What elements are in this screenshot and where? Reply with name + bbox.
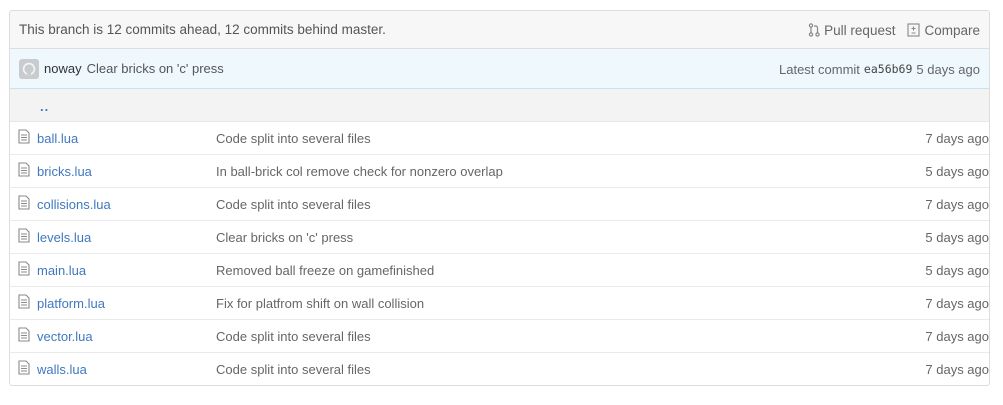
file-icon-cell	[10, 122, 37, 155]
file-name-cell: collisions.lua	[37, 187, 216, 221]
commit-age: 5 days ago	[916, 61, 980, 77]
file-name-link[interactable]: levels.lua	[37, 230, 91, 245]
branch-status-text: This branch is 12 commits ahead, 12 comm…	[19, 22, 386, 37]
file-commit-message[interactable]: In ball-brick col remove check for nonze…	[216, 154, 849, 188]
file-browser: This branch is 12 commits ahead, 12 comm…	[9, 10, 990, 386]
file-commit-message[interactable]: Removed ball freeze on gamefinished	[216, 253, 849, 287]
file-row[interactable]: bricks.lua In ball-brick col remove check…	[10, 154, 989, 188]
file-name-link[interactable]: platform.lua	[37, 296, 105, 311]
file-name-cell: main.lua	[37, 253, 216, 287]
file-icon-cell	[10, 286, 37, 320]
file-name-link[interactable]: vector.lua	[37, 329, 93, 344]
file-text-icon	[17, 327, 30, 345]
compare-button[interactable]: Compare	[907, 23, 980, 38]
octocat-icon	[22, 62, 36, 75]
file-commit-message[interactable]: Fix for platfrom shift on wall collision	[216, 286, 849, 320]
file-commit-message[interactable]: Code split into several files	[216, 352, 849, 385]
file-commit-message[interactable]: Code split into several files	[216, 319, 849, 353]
file-age: 7 days ago	[925, 130, 989, 146]
pull-request-icon	[808, 23, 820, 37]
file-icon-cell	[10, 187, 37, 221]
file-age: 7 days ago	[848, 352, 989, 385]
branch-status-bar: This branch is 12 commits ahead, 12 comm…	[10, 11, 989, 49]
file-name-link[interactable]: main.lua	[37, 263, 86, 278]
file-icon-cell	[10, 319, 37, 353]
file-text-icon	[17, 195, 30, 213]
file-name-cell: bricks.lua	[37, 154, 216, 188]
file-text-icon	[17, 228, 30, 246]
parent-directory-row[interactable]: ..	[10, 89, 989, 122]
file-icon-cell	[10, 220, 37, 254]
parent-directory-link[interactable]: ..	[40, 99, 49, 114]
file-age: 5 days ago	[848, 253, 989, 287]
file-text-icon	[17, 261, 30, 279]
file-name-cell: levels.lua	[37, 220, 216, 254]
pull-request-label: Pull request	[824, 22, 896, 38]
file-row[interactable]: platform.lua Fix for platfrom shift on wa…	[10, 286, 989, 320]
file-age: 5 days ago	[848, 154, 989, 188]
file-name-cell: ball.lua	[37, 122, 216, 155]
commit-meta: Latest commit ea56b69 5 days ago	[779, 49, 980, 89]
file-row[interactable]: walls.lua Code split into several files 7 …	[10, 352, 989, 385]
latest-commit-label: Latest commit	[779, 61, 860, 77]
commit-message[interactable]: Clear bricks on 'c' press	[87, 61, 224, 76]
file-row[interactable]: ball.lua Code split into several files 7 d…	[10, 122, 989, 155]
file-age: 7 days ago	[848, 286, 989, 320]
file-icon-cell	[10, 253, 37, 287]
file-text-icon	[17, 162, 30, 180]
file-icon-cell	[10, 154, 37, 188]
pull-request-button[interactable]: Pull request	[808, 23, 895, 38]
file-name-link[interactable]: bricks.lua	[37, 164, 92, 179]
file-row[interactable]: main.lua Removed ball freeze on gamefinis…	[10, 253, 989, 287]
commit-author-link[interactable]: noway	[44, 61, 82, 76]
file-age: 7 days ago	[848, 319, 989, 353]
compare-label: Compare	[924, 22, 980, 38]
file-name-link[interactable]: collisions.lua	[37, 197, 111, 212]
file-text-icon	[17, 129, 30, 147]
file-name-link[interactable]: ball.lua	[37, 131, 78, 146]
file-table: ball.lua Code split into several files 7 d…	[10, 122, 989, 385]
file-age: 5 days ago	[848, 220, 989, 254]
file-name-cell: platform.lua	[37, 286, 216, 320]
commit-sha-link[interactable]: ea56b69	[864, 62, 912, 76]
file-row[interactable]: levels.lua Clear bricks on 'c' press 5 day…	[10, 220, 989, 254]
avatar[interactable]	[19, 58, 39, 79]
file-name-link[interactable]: walls.lua	[37, 362, 87, 377]
file-name-cell: vector.lua	[37, 319, 216, 353]
file-commit-message[interactable]: Code split into several files	[216, 187, 849, 221]
file-row[interactable]: collisions.lua Code split into several fi…	[10, 187, 989, 221]
file-text-icon	[17, 360, 30, 378]
file-name-cell: walls.lua	[37, 352, 216, 385]
branch-actions: Pull request Compare	[808, 11, 980, 49]
compare-icon	[907, 23, 921, 37]
file-text-icon	[17, 294, 30, 312]
file-commit-message[interactable]: Clear bricks on 'c' press	[216, 220, 849, 254]
file-icon-cell	[10, 352, 37, 385]
file-row[interactable]: vector.lua Code split into several files 7…	[10, 319, 989, 353]
file-commit-message[interactable]: Code split into several files	[216, 122, 849, 155]
file-age: 7 days ago	[848, 187, 989, 221]
latest-commit-bar: noway Clear bricks on 'c' press Latest c…	[10, 49, 989, 89]
